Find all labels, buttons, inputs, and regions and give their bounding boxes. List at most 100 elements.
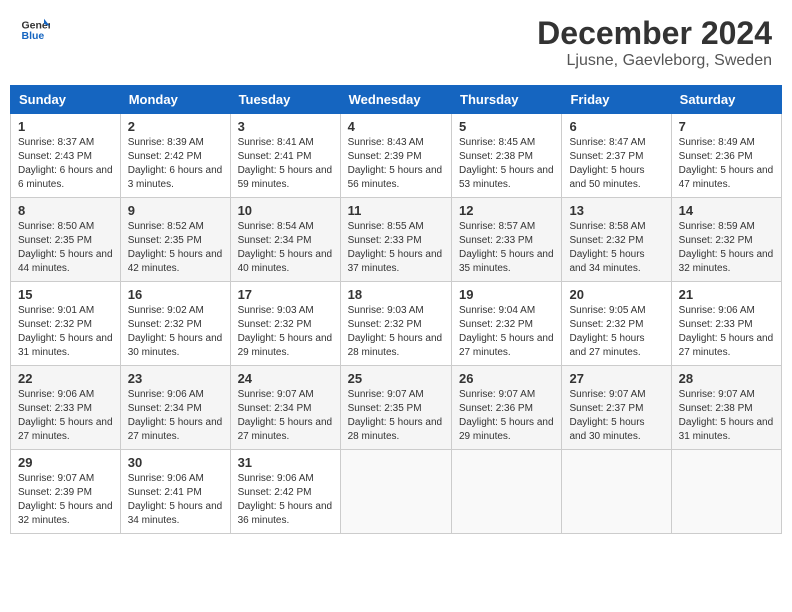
weekday-header-saturday: Saturday: [671, 86, 781, 114]
day-info: Sunrise: 8:50 AMSunset: 2:35 PMDaylight:…: [18, 220, 113, 276]
calendar-cell: 28 Sunrise: 9:07 AMSunset: 2:38 PMDaylig…: [671, 366, 781, 450]
day-number: 28: [679, 371, 774, 386]
day-number: 5: [459, 119, 554, 134]
day-number: 29: [18, 455, 113, 470]
day-info: Sunrise: 8:45 AMSunset: 2:38 PMDaylight:…: [459, 136, 554, 192]
calendar-cell: 18 Sunrise: 9:03 AMSunset: 2:32 PMDaylig…: [340, 282, 451, 366]
day-number: 4: [348, 119, 444, 134]
day-number: 20: [569, 287, 663, 302]
calendar-cell: [452, 450, 562, 534]
calendar-cell: 11 Sunrise: 8:55 AMSunset: 2:33 PMDaylig…: [340, 198, 451, 282]
day-number: 6: [569, 119, 663, 134]
day-info: Sunrise: 8:52 AMSunset: 2:35 PMDaylight:…: [128, 220, 223, 276]
day-number: 31: [238, 455, 333, 470]
title-block: December 2024 Ljusne, Gaevleborg, Sweden: [537, 15, 772, 70]
weekday-header-row: SundayMondayTuesdayWednesdayThursdayFrid…: [11, 86, 782, 114]
day-number: 30: [128, 455, 223, 470]
calendar-cell: 5 Sunrise: 8:45 AMSunset: 2:38 PMDayligh…: [452, 114, 562, 198]
day-info: Sunrise: 9:07 AMSunset: 2:35 PMDaylight:…: [348, 388, 444, 444]
day-number: 16: [128, 287, 223, 302]
calendar-cell: 24 Sunrise: 9:07 AMSunset: 2:34 PMDaylig…: [230, 366, 340, 450]
calendar-cell: 21 Sunrise: 9:06 AMSunset: 2:33 PMDaylig…: [671, 282, 781, 366]
day-number: 11: [348, 203, 444, 218]
calendar-cell: 6 Sunrise: 8:47 AMSunset: 2:37 PMDayligh…: [562, 114, 671, 198]
day-info: Sunrise: 8:43 AMSunset: 2:39 PMDaylight:…: [348, 136, 444, 192]
calendar-cell: 2 Sunrise: 8:39 AMSunset: 2:42 PMDayligh…: [120, 114, 230, 198]
weekday-header-monday: Monday: [120, 86, 230, 114]
day-info: Sunrise: 9:07 AMSunset: 2:39 PMDaylight:…: [18, 472, 113, 528]
calendar-cell: 4 Sunrise: 8:43 AMSunset: 2:39 PMDayligh…: [340, 114, 451, 198]
day-info: Sunrise: 8:37 AMSunset: 2:43 PMDaylight:…: [18, 136, 113, 192]
calendar-cell: 13 Sunrise: 8:58 AMSunset: 2:32 PMDaylig…: [562, 198, 671, 282]
weekday-header-wednesday: Wednesday: [340, 86, 451, 114]
calendar-table: SundayMondayTuesdayWednesdayThursdayFrid…: [10, 85, 782, 534]
weekday-header-thursday: Thursday: [452, 86, 562, 114]
logo: General Blue: [20, 15, 50, 45]
day-info: Sunrise: 8:47 AMSunset: 2:37 PMDaylight:…: [569, 136, 663, 192]
calendar-cell: 20 Sunrise: 9:05 AMSunset: 2:32 PMDaylig…: [562, 282, 671, 366]
day-number: 3: [238, 119, 333, 134]
calendar-cell: 14 Sunrise: 8:59 AMSunset: 2:32 PMDaylig…: [671, 198, 781, 282]
calendar-cell: 30 Sunrise: 9:06 AMSunset: 2:41 PMDaylig…: [120, 450, 230, 534]
month-title: December 2024: [537, 15, 772, 52]
day-info: Sunrise: 9:03 AMSunset: 2:32 PMDaylight:…: [238, 304, 333, 360]
day-info: Sunrise: 9:06 AMSunset: 2:34 PMDaylight:…: [128, 388, 223, 444]
day-number: 7: [679, 119, 774, 134]
day-info: Sunrise: 9:06 AMSunset: 2:41 PMDaylight:…: [128, 472, 223, 528]
day-info: Sunrise: 9:06 AMSunset: 2:33 PMDaylight:…: [18, 388, 113, 444]
day-number: 14: [679, 203, 774, 218]
day-info: Sunrise: 8:59 AMSunset: 2:32 PMDaylight:…: [679, 220, 774, 276]
calendar-week-2: 8 Sunrise: 8:50 AMSunset: 2:35 PMDayligh…: [11, 198, 782, 282]
calendar-cell: 29 Sunrise: 9:07 AMSunset: 2:39 PMDaylig…: [11, 450, 121, 534]
day-info: Sunrise: 9:07 AMSunset: 2:36 PMDaylight:…: [459, 388, 554, 444]
day-number: 21: [679, 287, 774, 302]
day-number: 25: [348, 371, 444, 386]
calendar-cell: [340, 450, 451, 534]
calendar-cell: 17 Sunrise: 9:03 AMSunset: 2:32 PMDaylig…: [230, 282, 340, 366]
day-info: Sunrise: 8:49 AMSunset: 2:36 PMDaylight:…: [679, 136, 774, 192]
day-info: Sunrise: 8:39 AMSunset: 2:42 PMDaylight:…: [128, 136, 223, 192]
day-number: 24: [238, 371, 333, 386]
calendar-cell: 23 Sunrise: 9:06 AMSunset: 2:34 PMDaylig…: [120, 366, 230, 450]
calendar-cell: 1 Sunrise: 8:37 AMSunset: 2:43 PMDayligh…: [11, 114, 121, 198]
day-number: 10: [238, 203, 333, 218]
day-number: 1: [18, 119, 113, 134]
calendar-cell: 19 Sunrise: 9:04 AMSunset: 2:32 PMDaylig…: [452, 282, 562, 366]
day-number: 17: [238, 287, 333, 302]
calendar-week-4: 22 Sunrise: 9:06 AMSunset: 2:33 PMDaylig…: [11, 366, 782, 450]
day-number: 15: [18, 287, 113, 302]
day-info: Sunrise: 8:57 AMSunset: 2:33 PMDaylight:…: [459, 220, 554, 276]
weekday-header-friday: Friday: [562, 86, 671, 114]
day-number: 18: [348, 287, 444, 302]
calendar-cell: [562, 450, 671, 534]
weekday-header-sunday: Sunday: [11, 86, 121, 114]
day-number: 22: [18, 371, 113, 386]
calendar-cell: 25 Sunrise: 9:07 AMSunset: 2:35 PMDaylig…: [340, 366, 451, 450]
day-number: 13: [569, 203, 663, 218]
day-info: Sunrise: 8:55 AMSunset: 2:33 PMDaylight:…: [348, 220, 444, 276]
day-info: Sunrise: 9:05 AMSunset: 2:32 PMDaylight:…: [569, 304, 663, 360]
day-info: Sunrise: 9:01 AMSunset: 2:32 PMDaylight:…: [18, 304, 113, 360]
calendar-week-1: 1 Sunrise: 8:37 AMSunset: 2:43 PMDayligh…: [11, 114, 782, 198]
day-info: Sunrise: 9:07 AMSunset: 2:37 PMDaylight:…: [569, 388, 663, 444]
day-info: Sunrise: 8:54 AMSunset: 2:34 PMDaylight:…: [238, 220, 333, 276]
day-number: 8: [18, 203, 113, 218]
calendar-week-5: 29 Sunrise: 9:07 AMSunset: 2:39 PMDaylig…: [11, 450, 782, 534]
calendar-cell: 10 Sunrise: 8:54 AMSunset: 2:34 PMDaylig…: [230, 198, 340, 282]
day-number: 26: [459, 371, 554, 386]
day-number: 27: [569, 371, 663, 386]
calendar-cell: 26 Sunrise: 9:07 AMSunset: 2:36 PMDaylig…: [452, 366, 562, 450]
svg-text:Blue: Blue: [22, 30, 45, 42]
day-number: 2: [128, 119, 223, 134]
calendar-cell: 3 Sunrise: 8:41 AMSunset: 2:41 PMDayligh…: [230, 114, 340, 198]
calendar-cell: [671, 450, 781, 534]
day-info: Sunrise: 8:41 AMSunset: 2:41 PMDaylight:…: [238, 136, 333, 192]
day-info: Sunrise: 9:03 AMSunset: 2:32 PMDaylight:…: [348, 304, 444, 360]
day-info: Sunrise: 9:06 AMSunset: 2:33 PMDaylight:…: [679, 304, 774, 360]
day-number: 19: [459, 287, 554, 302]
day-number: 12: [459, 203, 554, 218]
location-subtitle: Ljusne, Gaevleborg, Sweden: [537, 52, 772, 70]
day-info: Sunrise: 9:07 AMSunset: 2:38 PMDaylight:…: [679, 388, 774, 444]
day-info: Sunrise: 9:06 AMSunset: 2:42 PMDaylight:…: [238, 472, 333, 528]
calendar-week-3: 15 Sunrise: 9:01 AMSunset: 2:32 PMDaylig…: [11, 282, 782, 366]
